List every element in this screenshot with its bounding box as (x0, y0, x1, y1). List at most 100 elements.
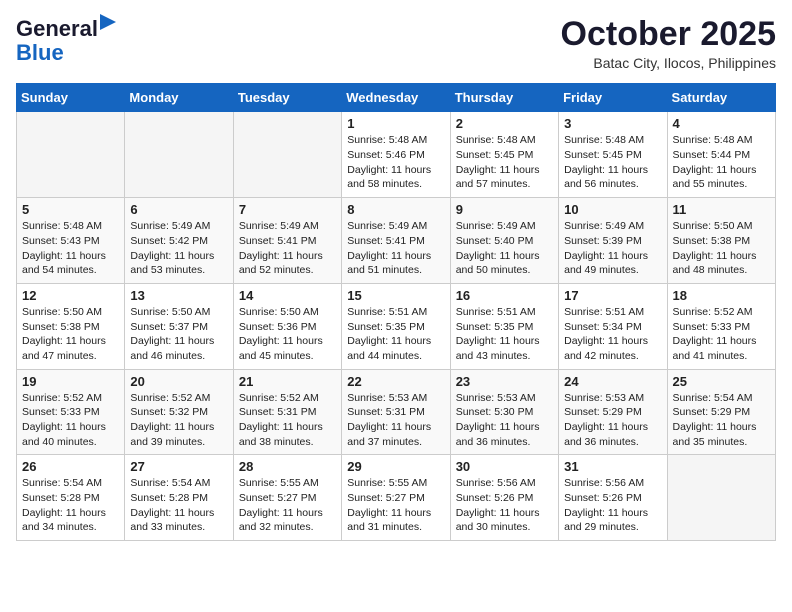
day-info: and 40 minutes. (22, 435, 119, 450)
weekday-header-monday: Monday (125, 84, 233, 112)
day-info: and 31 minutes. (347, 520, 444, 535)
day-info: Daylight: 11 hours (239, 420, 336, 435)
day-info: Sunset: 5:26 PM (564, 491, 661, 506)
day-info: Daylight: 11 hours (564, 334, 661, 349)
day-number: 16 (456, 288, 553, 303)
day-info: and 52 minutes. (239, 263, 336, 278)
day-info: Sunset: 5:36 PM (239, 320, 336, 335)
day-info: and 33 minutes. (130, 520, 227, 535)
day-info: and 46 minutes. (130, 349, 227, 364)
day-info: and 30 minutes. (456, 520, 553, 535)
calendar-cell: 18Sunrise: 5:52 AMSunset: 5:33 PMDayligh… (667, 283, 775, 369)
day-number: 20 (130, 374, 227, 389)
day-info: Daylight: 11 hours (22, 334, 119, 349)
day-info: Daylight: 11 hours (456, 334, 553, 349)
day-info: Daylight: 11 hours (347, 420, 444, 435)
logo-icon (100, 14, 116, 36)
calendar-week-5: 26Sunrise: 5:54 AMSunset: 5:28 PMDayligh… (17, 455, 776, 541)
day-info: Sunrise: 5:52 AM (239, 391, 336, 406)
day-info: Daylight: 11 hours (673, 334, 770, 349)
day-number: 29 (347, 459, 444, 474)
day-info: Sunset: 5:31 PM (239, 405, 336, 420)
day-info: and 34 minutes. (22, 520, 119, 535)
day-info: Sunrise: 5:48 AM (347, 133, 444, 148)
day-info: Sunset: 5:27 PM (239, 491, 336, 506)
logo-blue: Blue (16, 40, 64, 66)
day-number: 25 (673, 374, 770, 389)
day-info: and 41 minutes. (673, 349, 770, 364)
day-info: Sunrise: 5:52 AM (673, 305, 770, 320)
calendar-table: SundayMondayTuesdayWednesdayThursdayFrid… (16, 83, 776, 541)
day-info: Daylight: 11 hours (456, 163, 553, 178)
calendar-cell: 2Sunrise: 5:48 AMSunset: 5:45 PMDaylight… (450, 112, 558, 198)
day-info: Sunrise: 5:50 AM (239, 305, 336, 320)
day-number: 2 (456, 116, 553, 131)
day-number: 15 (347, 288, 444, 303)
weekday-header-row: SundayMondayTuesdayWednesdayThursdayFrid… (17, 84, 776, 112)
day-info: Sunrise: 5:49 AM (130, 219, 227, 234)
day-number: 1 (347, 116, 444, 131)
calendar-cell: 16Sunrise: 5:51 AMSunset: 5:35 PMDayligh… (450, 283, 558, 369)
weekday-header-tuesday: Tuesday (233, 84, 341, 112)
day-info: Sunset: 5:35 PM (347, 320, 444, 335)
day-number: 10 (564, 202, 661, 217)
day-info: Sunset: 5:45 PM (456, 148, 553, 163)
day-info: and 50 minutes. (456, 263, 553, 278)
day-info: Sunrise: 5:50 AM (22, 305, 119, 320)
weekday-header-saturday: Saturday (667, 84, 775, 112)
calendar-cell: 12Sunrise: 5:50 AMSunset: 5:38 PMDayligh… (17, 283, 125, 369)
calendar-cell: 3Sunrise: 5:48 AMSunset: 5:45 PMDaylight… (559, 112, 667, 198)
day-info: and 47 minutes. (22, 349, 119, 364)
day-info: and 36 minutes. (456, 435, 553, 450)
day-info: Daylight: 11 hours (564, 163, 661, 178)
day-info: and 55 minutes. (673, 177, 770, 192)
day-info: and 44 minutes. (347, 349, 444, 364)
day-info: Sunrise: 5:49 AM (456, 219, 553, 234)
logo: General Blue (16, 16, 98, 66)
day-info: Sunrise: 5:49 AM (347, 219, 444, 234)
day-info: Sunset: 5:38 PM (22, 320, 119, 335)
day-info: Daylight: 11 hours (130, 334, 227, 349)
day-number: 17 (564, 288, 661, 303)
day-number: 18 (673, 288, 770, 303)
day-info: and 51 minutes. (347, 263, 444, 278)
day-info: Sunset: 5:34 PM (564, 320, 661, 335)
day-info: Sunrise: 5:55 AM (347, 476, 444, 491)
day-info: and 42 minutes. (564, 349, 661, 364)
day-info: and 38 minutes. (239, 435, 336, 450)
calendar-cell (125, 112, 233, 198)
day-info: Sunset: 5:45 PM (564, 148, 661, 163)
day-info: Sunrise: 5:51 AM (456, 305, 553, 320)
day-info: Daylight: 11 hours (22, 249, 119, 264)
day-info: Sunset: 5:31 PM (347, 405, 444, 420)
weekday-header-sunday: Sunday (17, 84, 125, 112)
day-number: 24 (564, 374, 661, 389)
calendar-cell: 28Sunrise: 5:55 AMSunset: 5:27 PMDayligh… (233, 455, 341, 541)
location-subtitle: Batac City, Ilocos, Philippines (561, 55, 776, 71)
day-info: Daylight: 11 hours (347, 249, 444, 264)
day-info: Daylight: 11 hours (130, 420, 227, 435)
calendar-week-2: 5Sunrise: 5:48 AMSunset: 5:43 PMDaylight… (17, 198, 776, 284)
day-number: 4 (673, 116, 770, 131)
day-info: Sunset: 5:30 PM (456, 405, 553, 420)
day-info: Sunrise: 5:49 AM (239, 219, 336, 234)
calendar-week-1: 1Sunrise: 5:48 AMSunset: 5:46 PMDaylight… (17, 112, 776, 198)
day-info: and 54 minutes. (22, 263, 119, 278)
calendar-week-4: 19Sunrise: 5:52 AMSunset: 5:33 PMDayligh… (17, 369, 776, 455)
calendar-cell: 29Sunrise: 5:55 AMSunset: 5:27 PMDayligh… (342, 455, 450, 541)
day-info: Sunset: 5:38 PM (673, 234, 770, 249)
day-info: Daylight: 11 hours (239, 334, 336, 349)
day-number: 13 (130, 288, 227, 303)
day-number: 22 (347, 374, 444, 389)
day-info: and 58 minutes. (347, 177, 444, 192)
calendar-week-3: 12Sunrise: 5:50 AMSunset: 5:38 PMDayligh… (17, 283, 776, 369)
day-info: Daylight: 11 hours (347, 334, 444, 349)
day-number: 21 (239, 374, 336, 389)
day-info: and 35 minutes. (673, 435, 770, 450)
day-info: Sunrise: 5:52 AM (130, 391, 227, 406)
day-info: and 45 minutes. (239, 349, 336, 364)
day-info: Daylight: 11 hours (239, 249, 336, 264)
day-info: and 57 minutes. (456, 177, 553, 192)
day-number: 27 (130, 459, 227, 474)
day-number: 5 (22, 202, 119, 217)
